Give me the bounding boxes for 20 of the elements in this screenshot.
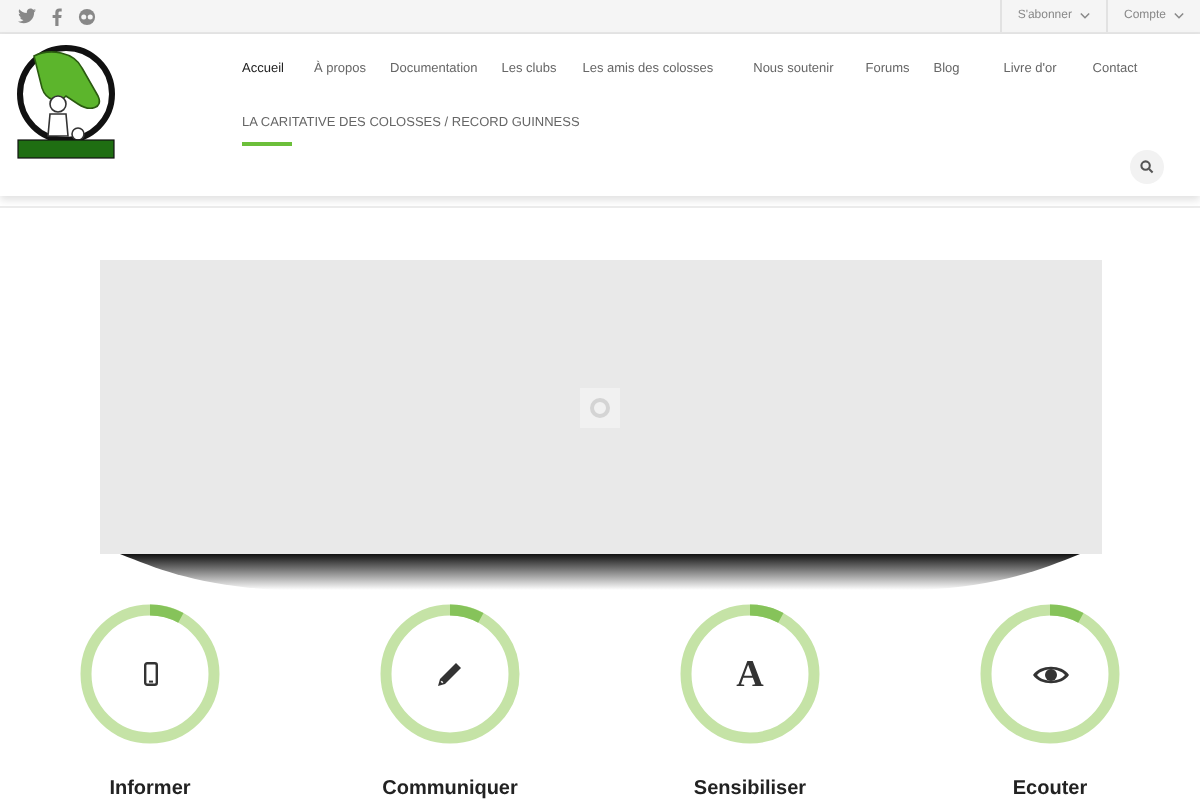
phone-icon (143, 662, 157, 686)
feature-title: Communiquer (382, 778, 518, 800)
progress-ring (378, 602, 522, 746)
logo-drawing[interactable] (14, 44, 118, 160)
progress-ring (678, 602, 822, 746)
flickr-icon[interactable] (78, 7, 96, 25)
chevron-down-icon (1079, 12, 1090, 20)
feature-title: Informer (109, 778, 191, 800)
letter-icon: A (736, 655, 764, 693)
search-button[interactable] (1130, 150, 1164, 184)
pencil-icon (436, 660, 464, 688)
progress-ring (978, 602, 1122, 746)
facebook-icon[interactable] (52, 7, 62, 25)
chevron-down-icon (1174, 12, 1184, 20)
feature-title: Sensibiliser (693, 778, 807, 800)
feature-title: Ecouter (1012, 778, 1088, 800)
progress-ring (78, 602, 222, 746)
eye-icon (1031, 663, 1069, 685)
twitter-icon[interactable] (18, 8, 36, 24)
search-icon (1140, 160, 1154, 174)
